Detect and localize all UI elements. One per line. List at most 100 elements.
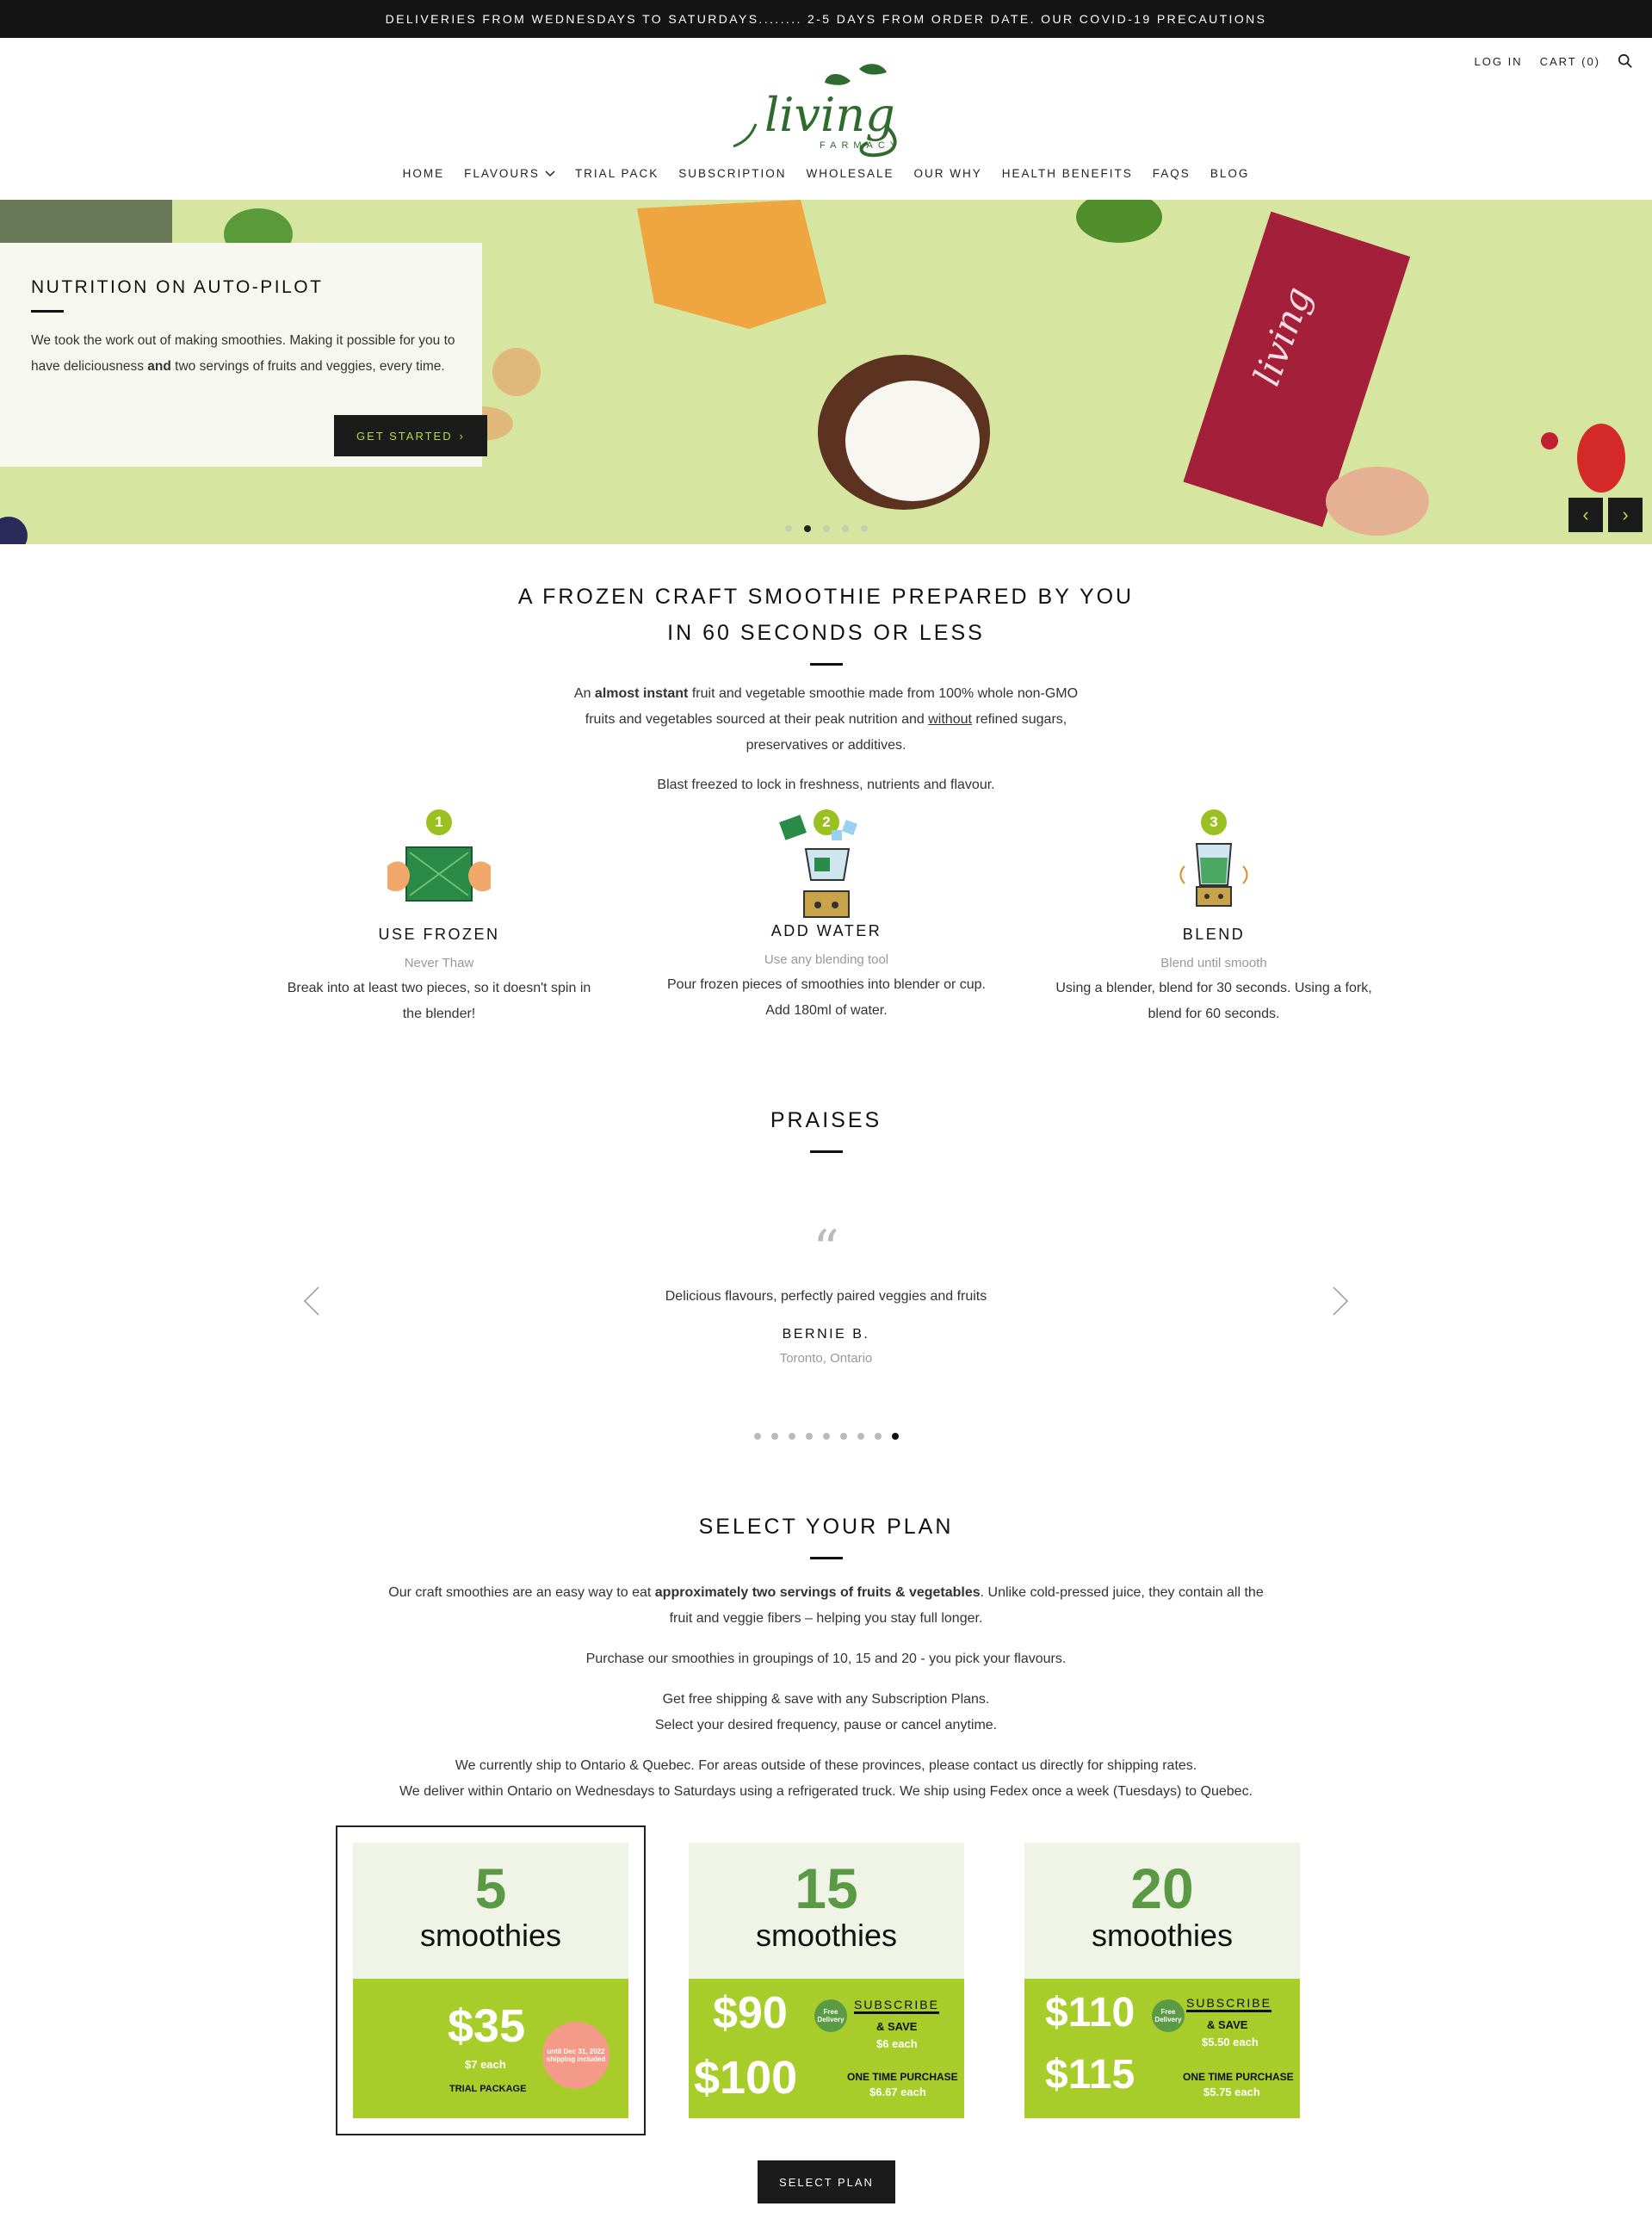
blender-base-icon bbox=[803, 890, 850, 918]
hero-text-b: two servings of fruits and veggies, ever… bbox=[170, 359, 445, 374]
testimonial-dot[interactable] bbox=[805, 1433, 813, 1440]
nav-trial-pack[interactable]: TRIAL PACK bbox=[565, 167, 668, 180]
hero-prev-button[interactable]: ‹ bbox=[1568, 498, 1603, 532]
plans-p1-a: Our craft smoothies are an easy way to e… bbox=[388, 1585, 655, 1600]
hero-next-button[interactable]: › bbox=[1608, 498, 1643, 532]
subscribe-each: $6 each bbox=[876, 2037, 918, 2050]
plan-card-20[interactable]: 20 smoothies $110 Free Delivery SUBSCRIB… bbox=[1024, 1843, 1300, 2118]
hero-dots bbox=[785, 525, 868, 532]
testimonial-dot[interactable] bbox=[857, 1433, 864, 1440]
hero-title: NUTRITION ON AUTO-PILOT bbox=[31, 277, 324, 297]
praises-section: PRAISES “ Delicious flavours, perfectly … bbox=[0, 1102, 1652, 1440]
testimonial-dot[interactable] bbox=[822, 1433, 830, 1440]
plan-count: 15 bbox=[795, 1856, 858, 1920]
subscribe-label: SUBSCRIBE bbox=[854, 1998, 939, 2014]
plan-count: 5 bbox=[474, 1856, 507, 1920]
testimonial-dot[interactable] bbox=[770, 1433, 778, 1440]
slide-dot[interactable] bbox=[785, 525, 792, 532]
plans-section: SELECT YOUR PLAN Our craft smoothies are… bbox=[0, 1509, 1652, 1805]
slide-dot[interactable] bbox=[861, 525, 868, 532]
plan-bottom: $90 Free Delivery SUBSCRIBE & SAVE $6 ea… bbox=[689, 1979, 964, 2118]
testimonial-dot[interactable] bbox=[891, 1433, 899, 1440]
plan-subscribe-price: $90 bbox=[713, 1988, 788, 2038]
step-subtitle: Blend until smooth bbox=[1160, 956, 1267, 970]
nav-home[interactable]: HOME bbox=[393, 167, 455, 180]
testimonial-next-icon[interactable] bbox=[1330, 1286, 1351, 1317]
nav-flavours[interactable]: FLAVOURS bbox=[455, 167, 566, 180]
announcement-bar[interactable]: DELIVERIES FROM WEDNESDAYS TO SATURDAYS.… bbox=[0, 0, 1652, 38]
utility-nav: LOG IN CART (0) bbox=[1475, 53, 1634, 69]
step-desc: Using a blender, blend for 30 seconds. U… bbox=[1033, 976, 1395, 1027]
step-title: USE FROZEN bbox=[378, 926, 500, 943]
plan-word: smoothies bbox=[755, 1918, 898, 1953]
testimonial-dot[interactable] bbox=[839, 1433, 847, 1440]
free-delivery-badge: Free Delivery bbox=[1152, 1999, 1185, 2032]
plans-p1: Our craft smoothies are an easy way to e… bbox=[0, 1580, 1652, 1632]
hero-slideshow[interactable]: living NUTRITION ON AUTO-PILOT We took t… bbox=[0, 200, 1652, 544]
plan-top: 20 smoothies bbox=[1024, 1843, 1300, 1979]
login-link[interactable]: LOG IN bbox=[1475, 55, 1523, 68]
chevron-down-icon bbox=[545, 170, 555, 177]
plan-count: 20 bbox=[1130, 1856, 1194, 1920]
plans-p1-c: fruit and veggie fibers – helping you st… bbox=[669, 1611, 983, 1626]
chevron-right-icon: › bbox=[459, 429, 465, 443]
nav-wholesale[interactable]: WHOLESALE bbox=[796, 167, 904, 180]
select-plan-button[interactable]: SELECT PLAN bbox=[758, 2160, 895, 2203]
get-started-label: GET STARTED bbox=[356, 429, 453, 443]
testimonial-dot[interactable] bbox=[788, 1433, 795, 1440]
plan-each: $7 each bbox=[465, 2058, 506, 2071]
intro-p1-a: An bbox=[573, 686, 595, 701]
testimonial-prev-icon[interactable] bbox=[301, 1286, 322, 1317]
testimonial-author: BERNIE B. bbox=[782, 1327, 870, 1342]
step-desc-line1: Using a blender, blend for 30 seconds. U… bbox=[1055, 981, 1372, 995]
step-desc: Pour frozen pieces of smoothies into ble… bbox=[646, 972, 1007, 1024]
otp-each: $5.75 each bbox=[1203, 2086, 1260, 2098]
step-number-badge: 1 bbox=[426, 809, 452, 835]
intro-paragraph: An almost instant fruit and vegetable sm… bbox=[0, 681, 1652, 759]
intro-p1-e: preservatives or additives. bbox=[746, 738, 906, 753]
otp-each: $6.67 each bbox=[869, 2086, 926, 2098]
living-farmacy-logo[interactable]: living FARMACY bbox=[730, 64, 925, 158]
nav-health-benefits[interactable]: HEALTH BENEFITS bbox=[992, 167, 1142, 180]
step-title: ADD WATER bbox=[770, 922, 882, 939]
plans-p1-b: . Unlike cold-pressed juice, they contai… bbox=[980, 1585, 1264, 1600]
plan-top: 5 smoothies bbox=[353, 1843, 628, 1979]
nav-subscription[interactable]: SUBSCRIPTION bbox=[669, 167, 796, 180]
intro-p1-u: without bbox=[928, 712, 972, 727]
praises-title: PRAISES bbox=[770, 1108, 882, 1132]
plan-card-15[interactable]: 15 smoothies $90 Free Delivery SUBSCRIBE… bbox=[689, 1843, 964, 2118]
intro-p1-d: refined sugars, bbox=[971, 712, 1067, 727]
get-started-button[interactable]: GET STARTED › bbox=[334, 415, 487, 456]
intro-rule bbox=[809, 663, 843, 666]
nav-our-why[interactable]: OUR WHY bbox=[904, 167, 992, 180]
hero-rule bbox=[31, 310, 64, 313]
slide-dot[interactable] bbox=[804, 525, 811, 532]
nav-faqs[interactable]: FAQS bbox=[1142, 167, 1200, 180]
add-water-icon bbox=[779, 815, 857, 881]
step-desc-line1: Break into at least two pieces, so it do… bbox=[287, 981, 591, 995]
announcement-text[interactable]: DELIVERIES FROM WEDNESDAYS TO SATURDAYS.… bbox=[386, 12, 1267, 26]
save-label: & SAVE bbox=[1207, 2018, 1248, 2031]
testimonial-dot[interactable] bbox=[874, 1433, 882, 1440]
intro-title-line1: A FROZEN CRAFT SMOOTHIE PREPARED BY YOU bbox=[517, 585, 1135, 609]
nav-blog[interactable]: BLOG bbox=[1200, 167, 1259, 180]
logo-text: living bbox=[764, 88, 895, 142]
search-icon[interactable] bbox=[1618, 53, 1633, 69]
testimonial-dots bbox=[0, 1433, 1652, 1440]
plan-card-5[interactable]: 5 smoothies $35 $7 each TRIAL PACKAGE un… bbox=[353, 1843, 628, 2118]
otp-label: ONE TIME PURCHASE bbox=[1183, 2071, 1294, 2083]
site-header: LOG IN CART (0) living FARMACY HOME FLAV… bbox=[0, 38, 1652, 200]
testimonial-location: Toronto, Ontario bbox=[779, 1351, 873, 1366]
step-number-badge: 3 bbox=[1201, 809, 1227, 835]
slide-dot[interactable] bbox=[842, 525, 849, 532]
plan-top: 15 smoothies bbox=[689, 1843, 964, 1979]
intro-p2: Blast freezed to lock in freshness, nutr… bbox=[657, 778, 995, 792]
plan-otp-price: $100 bbox=[694, 2052, 798, 2104]
save-label: & SAVE bbox=[876, 2020, 918, 2033]
testimonial-dot[interactable] bbox=[753, 1433, 761, 1440]
intro-p1-b: fruit and vegetable smoothie made from 1… bbox=[688, 686, 1079, 701]
hero-text: We took the work out of making smoothies… bbox=[31, 328, 461, 380]
cart-link[interactable]: CART (0) bbox=[1540, 55, 1600, 68]
slide-dot[interactable] bbox=[823, 525, 830, 532]
plans-p3a: Get free shipping & save with any Subscr… bbox=[662, 1692, 990, 1707]
